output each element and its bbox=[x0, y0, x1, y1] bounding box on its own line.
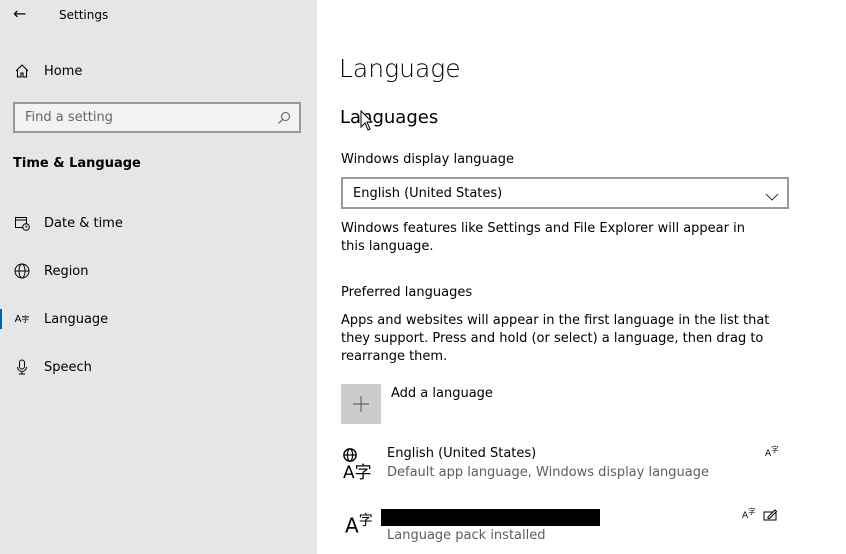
calendar-clock-icon bbox=[13, 214, 31, 232]
sidebar-item-speech[interactable]: Speech bbox=[0, 347, 317, 387]
dropdown-value: English (United States) bbox=[353, 186, 503, 201]
home-label: Home bbox=[44, 63, 83, 79]
preferred-languages-description: Apps and websites will appear in the fir… bbox=[341, 313, 770, 364]
sidebar-item-date-time[interactable]: Date & time bbox=[0, 203, 317, 243]
selection-indicator bbox=[0, 309, 2, 329]
sidebar-item-label: Date & time bbox=[44, 215, 123, 231]
display-language-label: Windows display language bbox=[341, 152, 514, 167]
language-status: Default app language, Windows display la… bbox=[387, 465, 710, 480]
add-language-button[interactable] bbox=[341, 384, 381, 424]
language-item[interactable]: A字 English (United States) Default app l… bbox=[341, 446, 791, 486]
sidebar: ← Settings Home Find a setting Time & La… bbox=[0, 0, 317, 554]
window-title: Settings bbox=[59, 8, 109, 22]
main-content: Language Languages Windows display langu… bbox=[317, 0, 846, 554]
display-language-description: Windows features like Settings and File … bbox=[341, 221, 745, 254]
redacted-language-name bbox=[381, 509, 600, 526]
display-language-feature-icon: A字 bbox=[742, 507, 756, 521]
sidebar-item-home[interactable]: Home bbox=[0, 51, 317, 91]
language-status: Language pack installed bbox=[387, 528, 546, 543]
language-icon: A字 bbox=[345, 513, 373, 538]
add-language-label[interactable]: Add a language bbox=[391, 386, 493, 401]
display-language-feature-icon: A字 bbox=[765, 445, 779, 459]
language-item[interactable]: A字 Language pack installed bbox=[341, 508, 791, 548]
search-icon[interactable] bbox=[277, 110, 291, 129]
sidebar-item-region[interactable]: Region bbox=[0, 251, 317, 291]
back-button[interactable]: ← bbox=[13, 4, 26, 23]
language-icon: A字 bbox=[14, 313, 30, 325]
chevron-down-icon bbox=[765, 187, 779, 206]
display-language-dropdown[interactable]: English (United States) bbox=[341, 177, 789, 209]
plus-icon bbox=[353, 396, 369, 412]
sidebar-item-label: Speech bbox=[44, 359, 92, 375]
language-name: English (United States) bbox=[387, 446, 537, 461]
handwriting-icon bbox=[763, 506, 778, 525]
sidebar-item-language[interactable]: A字 Language bbox=[0, 299, 317, 339]
search-input[interactable]: Find a setting bbox=[13, 102, 301, 133]
page-title: Language bbox=[339, 54, 461, 83]
preferred-languages-label: Preferred languages bbox=[341, 285, 473, 300]
microphone-icon bbox=[13, 358, 31, 376]
section-title: Languages bbox=[340, 107, 439, 128]
globe-icon bbox=[13, 262, 31, 280]
sidebar-item-label: Language bbox=[44, 311, 109, 327]
section-heading: Time & Language bbox=[13, 156, 141, 171]
home-icon bbox=[13, 62, 31, 80]
search-placeholder: Find a setting bbox=[25, 110, 113, 125]
mouse-cursor-icon bbox=[360, 110, 374, 131]
sidebar-item-label: Region bbox=[44, 263, 89, 279]
language-globe-icon: A字 bbox=[343, 448, 372, 482]
